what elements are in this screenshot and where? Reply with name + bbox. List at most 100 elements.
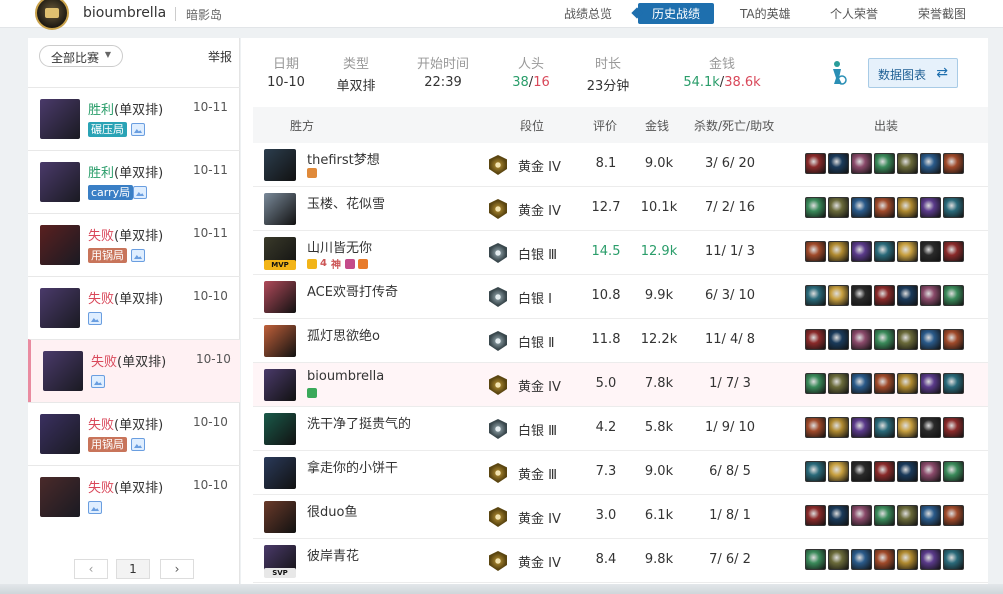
item-icon[interactable] — [874, 153, 895, 174]
match-item[interactable]: 胜利(单双排) 10-11 碾压局 — [28, 87, 240, 150]
screenshot-icon[interactable] — [133, 186, 147, 199]
item-icon[interactable] — [874, 505, 895, 526]
item-icon[interactable] — [874, 373, 895, 394]
item-icon[interactable] — [920, 549, 941, 570]
nav-honors[interactable]: 个人荣誉 — [830, 5, 878, 22]
item-icon[interactable] — [897, 417, 918, 438]
table-row[interactable]: 很duo鱼 黄金 IV 3.0 6.1k 1/ 8/ 1 — [253, 495, 988, 539]
player-name[interactable]: ACE欢哥打传奇 — [307, 281, 398, 300]
item-icon[interactable] — [828, 197, 849, 218]
item-icon[interactable] — [943, 373, 964, 394]
item-icon[interactable] — [943, 461, 964, 482]
item-icon[interactable] — [897, 329, 918, 350]
data-chart-button[interactable]: 数据图表 ⇄ — [868, 58, 958, 88]
item-icon[interactable] — [874, 329, 895, 350]
item-icon[interactable] — [943, 197, 964, 218]
player-name[interactable]: 拿走你的小饼干 — [307, 457, 398, 476]
screenshot-icon[interactable] — [88, 312, 102, 325]
item-icon[interactable] — [828, 241, 849, 262]
screenshot-icon[interactable] — [131, 249, 145, 262]
next-page-button[interactable]: › — [160, 559, 194, 579]
item-icon[interactable] — [851, 285, 872, 306]
item-icon[interactable] — [897, 549, 918, 570]
match-item[interactable]: 失败(单双排) 10-11 用锅局 — [28, 213, 240, 276]
item-icon[interactable] — [920, 241, 941, 262]
table-row[interactable]: 拿走你的小饼干 黄金 Ⅲ 7.3 9.0k 6/ 8/ 5 — [253, 451, 988, 495]
item-icon[interactable] — [874, 417, 895, 438]
item-icon[interactable] — [943, 329, 964, 350]
item-icon[interactable] — [943, 549, 964, 570]
player-name[interactable]: 洗干净了挺贵气的 — [307, 413, 411, 432]
item-icon[interactable] — [805, 329, 826, 350]
item-icon[interactable] — [920, 461, 941, 482]
item-icon[interactable] — [828, 153, 849, 174]
match-item[interactable]: 失败(单双排) 10-10 — [28, 465, 240, 528]
table-row[interactable]: thefirst梦想 黄金 IV 8.1 9.0k 3/ 6/ 20 — [253, 143, 988, 187]
item-icon[interactable] — [943, 153, 964, 174]
item-icon[interactable] — [828, 461, 849, 482]
item-icon[interactable] — [874, 549, 895, 570]
item-icon[interactable] — [920, 373, 941, 394]
player-name[interactable]: 很duo鱼 — [307, 501, 357, 520]
item-icon[interactable] — [805, 417, 826, 438]
item-icon[interactable] — [828, 505, 849, 526]
table-row[interactable]: 洗干净了挺贵气的 白银 Ⅲ 4.2 5.8k 1/ 9/ 10 — [253, 407, 988, 451]
item-icon[interactable] — [920, 285, 941, 306]
player-name[interactable]: 彼岸青花 — [307, 545, 359, 564]
table-row[interactable]: MVP 山川皆无你 4 神白银 Ⅲ 14.5 12.9k 11/ 1/ 3 — [253, 231, 988, 275]
item-icon[interactable] — [874, 285, 895, 306]
item-icon[interactable] — [897, 373, 918, 394]
player-name[interactable]: bioumbrella — [307, 369, 384, 384]
item-icon[interactable] — [805, 241, 826, 262]
item-icon[interactable] — [920, 417, 941, 438]
item-icon[interactable] — [851, 153, 872, 174]
nav-screenshots[interactable]: 荣誉截图 — [918, 5, 966, 22]
item-icon[interactable] — [920, 329, 941, 350]
player-name[interactable]: thefirst梦想 — [307, 149, 380, 168]
match-item[interactable]: 失败(单双排) 10-10 用锅局 — [28, 402, 240, 465]
item-icon[interactable] — [920, 153, 941, 174]
screenshot-icon[interactable] — [131, 438, 145, 451]
item-icon[interactable] — [897, 197, 918, 218]
page-number[interactable]: 1 — [116, 559, 150, 579]
screenshot-icon[interactable] — [131, 123, 145, 136]
player-name[interactable]: 玉楼、花似雪 — [307, 193, 385, 212]
nav-overview[interactable]: 战绩总览 — [564, 5, 612, 22]
table-row[interactable]: bioumbrella 黄金 IV 5.0 7.8k 1/ 7/ 3 — [253, 363, 988, 407]
item-icon[interactable] — [805, 153, 826, 174]
nav-heroes[interactable]: TA的英雄 — [740, 5, 791, 22]
item-icon[interactable] — [851, 329, 872, 350]
item-icon[interactable] — [805, 285, 826, 306]
item-icon[interactable] — [897, 241, 918, 262]
item-icon[interactable] — [805, 373, 826, 394]
prev-page-button[interactable]: ‹ — [74, 559, 108, 579]
item-icon[interactable] — [805, 549, 826, 570]
item-icon[interactable] — [851, 505, 872, 526]
profile-crest-icon[interactable] — [35, 0, 69, 30]
player-name[interactable]: 山川皆无你 — [307, 237, 372, 256]
item-icon[interactable] — [897, 505, 918, 526]
item-icon[interactable] — [943, 241, 964, 262]
match-item[interactable]: 失败(单双排) 10-10 — [28, 339, 240, 402]
item-icon[interactable] — [897, 153, 918, 174]
item-icon[interactable] — [851, 241, 872, 262]
screenshot-icon[interactable] — [91, 375, 105, 388]
match-filter-select[interactable]: 全部比赛 ▼ — [39, 45, 123, 67]
report-link[interactable]: 举报 — [208, 48, 232, 65]
item-icon[interactable] — [897, 461, 918, 482]
figure-icon[interactable] — [829, 60, 847, 86]
item-icon[interactable] — [943, 285, 964, 306]
table-row[interactable]: 玉楼、花似雪 黄金 IV 12.7 10.1k 7/ 2/ 16 — [253, 187, 988, 231]
item-icon[interactable] — [943, 417, 964, 438]
item-icon[interactable] — [828, 285, 849, 306]
item-icon[interactable] — [851, 197, 872, 218]
nav-history[interactable]: 历史战绩 — [638, 3, 715, 24]
table-row[interactable]: ACE欢哥打传奇 白银 Ⅰ 10.8 9.9k 6/ 3/ 10 — [253, 275, 988, 319]
table-row[interactable]: SVP 彼岸青花 黄金 IV 8.4 9.8k 7/ 6/ 2 — [253, 539, 988, 583]
item-icon[interactable] — [851, 373, 872, 394]
item-icon[interactable] — [897, 285, 918, 306]
item-icon[interactable] — [851, 461, 872, 482]
item-icon[interactable] — [828, 549, 849, 570]
item-icon[interactable] — [943, 505, 964, 526]
item-icon[interactable] — [805, 197, 826, 218]
